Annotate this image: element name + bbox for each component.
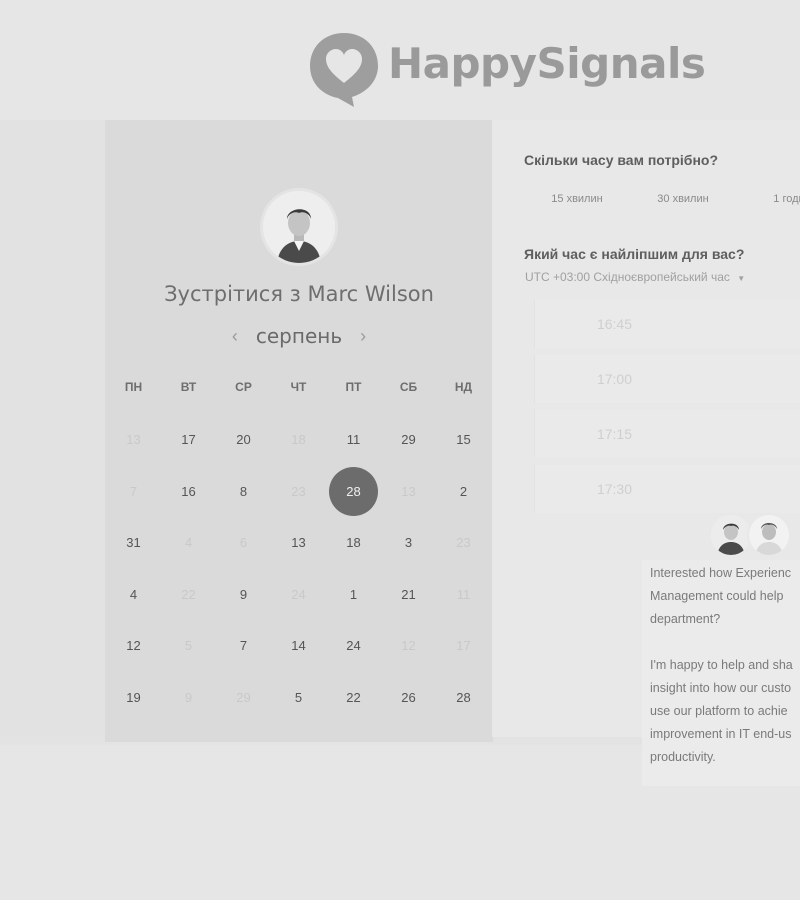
caret-down-icon: ▼ xyxy=(737,274,746,283)
calendar-day-disabled: 4 xyxy=(184,535,193,551)
calendar-day-disabled: 22 xyxy=(181,586,196,602)
info-line: I'm happy to help and sha xyxy=(650,658,793,672)
info-line: use our platform to achie xyxy=(650,704,788,718)
left-background-panel xyxy=(0,120,105,737)
duration-option[interactable]: 15 хвилин xyxy=(524,186,630,212)
calendar-day-disabled: 9 xyxy=(184,689,193,705)
time-slot-label: 17:00 xyxy=(596,371,633,387)
calendar-day[interactable]: 8 xyxy=(216,467,271,516)
calendar-day[interactable]: 24 xyxy=(326,621,381,670)
info-line: improvement in IT end-us xyxy=(650,727,792,741)
calendar-week: 7 16 8 23 28 13 2 xyxy=(106,466,491,518)
chevron-left-icon[interactable]: ‹ xyxy=(232,326,238,346)
chevron-right-icon[interactable]: › xyxy=(360,326,366,346)
calendar-day-disabled: 23 xyxy=(456,535,471,551)
calendar-day[interactable]: 19 xyxy=(106,673,161,722)
time-slot[interactable]: 17:30 xyxy=(534,465,800,513)
timezone-select[interactable]: UTC +03:00 Східноєвропейський час ▼ xyxy=(525,270,745,284)
calendar-grid: 13 17 20 18 11 29 15 7 16 8 23 28 13 2 31 4 6 13 18 3 23 4 22 9… xyxy=(106,414,491,723)
calendar-day[interactable]: 9 xyxy=(216,570,271,619)
calendar-day[interactable]: 26 xyxy=(381,673,436,722)
month-navigator: ‹ серпень › xyxy=(105,324,493,348)
calendar-day-disabled: 11 xyxy=(456,586,471,602)
calendar-day-disabled: 13 xyxy=(401,483,416,499)
info-line: Management could help xyxy=(650,589,784,603)
calendar-day[interactable]: 18 xyxy=(326,518,381,567)
info-text: Interested how Experienc Management could… xyxy=(650,562,800,769)
calendar-day-disabled: 12 xyxy=(401,638,416,654)
calendar-day-selected[interactable]: 28 xyxy=(326,466,381,516)
info-paragraph: I'm happy to help and sha insight into ho… xyxy=(650,654,800,769)
weekday-header: ПН ВТ СР ЧТ ПТ СБ НД xyxy=(106,380,491,394)
calendar-day[interactable]: 17 xyxy=(161,415,216,464)
calendar-day[interactable]: 31 xyxy=(106,518,161,567)
calendar-day-disabled: 7 xyxy=(129,483,138,499)
duration-option[interactable]: 1 годи xyxy=(736,186,800,212)
info-line: Interested how Experienc xyxy=(650,566,792,580)
weekday-label: НД xyxy=(454,380,473,394)
calendar-week: 13 17 20 18 11 29 15 xyxy=(106,414,491,466)
selected-day-bubble: 28 xyxy=(329,466,378,516)
calendar-day[interactable]: 3 xyxy=(381,518,436,567)
calendar-day-disabled: 18 xyxy=(291,432,306,448)
time-slot[interactable]: 16:45 xyxy=(534,300,800,348)
weekday-label: СБ xyxy=(399,380,418,394)
time-slot-label: 17:30 xyxy=(596,481,633,497)
info-line: department? xyxy=(650,612,721,626)
time-slot-label: 17:15 xyxy=(596,426,633,442)
calendar-day[interactable]: 28 xyxy=(436,673,491,722)
calendar-day[interactable]: 7 xyxy=(216,621,271,670)
info-line: productivity. xyxy=(650,750,716,764)
meeting-title: Зустрітися з Marc Wilson xyxy=(164,282,434,306)
info-paragraph: Interested how Experienc Management could… xyxy=(650,562,800,631)
weekday-label: ВТ xyxy=(180,380,197,394)
calendar-day[interactable]: 12 xyxy=(106,621,161,670)
calendar-day-disabled: 23 xyxy=(291,483,306,499)
duration-options: 15 хвилин30 хвилин1 годи xyxy=(524,186,800,212)
month-label: серпень xyxy=(255,324,343,348)
calendar-day-disabled: 17 xyxy=(456,638,471,654)
info-line: insight into how our custo xyxy=(650,681,792,695)
calendar-day[interactable]: 16 xyxy=(161,467,216,516)
host-avatar xyxy=(263,191,335,263)
calendar-day-disabled: 29 xyxy=(236,689,251,705)
calendar-day[interactable]: 4 xyxy=(106,570,161,619)
time-slot[interactable]: 17:15 xyxy=(534,410,800,458)
heart-chat-icon xyxy=(308,31,380,107)
time-slot-list: 16:45 17:00 17:15 17:30 xyxy=(534,300,800,520)
brand-name: HappySignals xyxy=(388,38,706,88)
weekday-label: СР xyxy=(235,380,252,394)
weekday-label: ПТ xyxy=(345,380,362,394)
calendar-day[interactable]: 11 xyxy=(326,415,381,464)
calendar-day[interactable]: 5 xyxy=(271,673,326,722)
calendar-day[interactable]: 13 xyxy=(271,518,326,567)
calendar-day[interactable]: 15 xyxy=(436,415,491,464)
calendar-week: 4 22 9 24 1 21 11 xyxy=(106,569,491,621)
happysignals-logo: HappySignals xyxy=(308,30,706,108)
calendar-day[interactable]: 2 xyxy=(436,467,491,516)
calendar-day-disabled: 13 xyxy=(126,432,141,448)
duration-heading: Скільки часу вам потрібно? xyxy=(524,152,719,168)
calendar-day[interactable]: 20 xyxy=(216,415,271,464)
weekday-label: ПН xyxy=(124,380,143,394)
calendar-day-disabled: 24 xyxy=(291,586,306,602)
team-avatar xyxy=(747,513,791,557)
calendar-day[interactable]: 14 xyxy=(271,621,326,670)
calendar-week: 12 5 7 14 24 12 17 xyxy=(106,620,491,672)
calendar-day[interactable]: 22 xyxy=(326,673,381,722)
calendar-week: 31 4 6 13 18 3 23 xyxy=(106,517,491,569)
time-slot[interactable]: 17:00 xyxy=(534,355,800,403)
time-heading: Який час є найліпшим для вас? xyxy=(524,246,745,262)
weekday-label: ЧТ xyxy=(290,380,307,394)
calendar-week: 19 9 29 5 22 26 28 xyxy=(106,672,491,724)
timezone-label: UTC +03:00 Східноєвропейський час xyxy=(525,270,730,284)
duration-option[interactable]: 30 хвилин xyxy=(630,186,736,212)
calendar-day-disabled: 5 xyxy=(184,638,193,654)
calendar-day[interactable]: 29 xyxy=(381,415,436,464)
calendar-day[interactable]: 1 xyxy=(326,570,381,619)
time-slot-label: 16:45 xyxy=(596,316,633,332)
calendar-day-disabled: 6 xyxy=(239,535,248,551)
calendar-day[interactable]: 21 xyxy=(381,570,436,619)
